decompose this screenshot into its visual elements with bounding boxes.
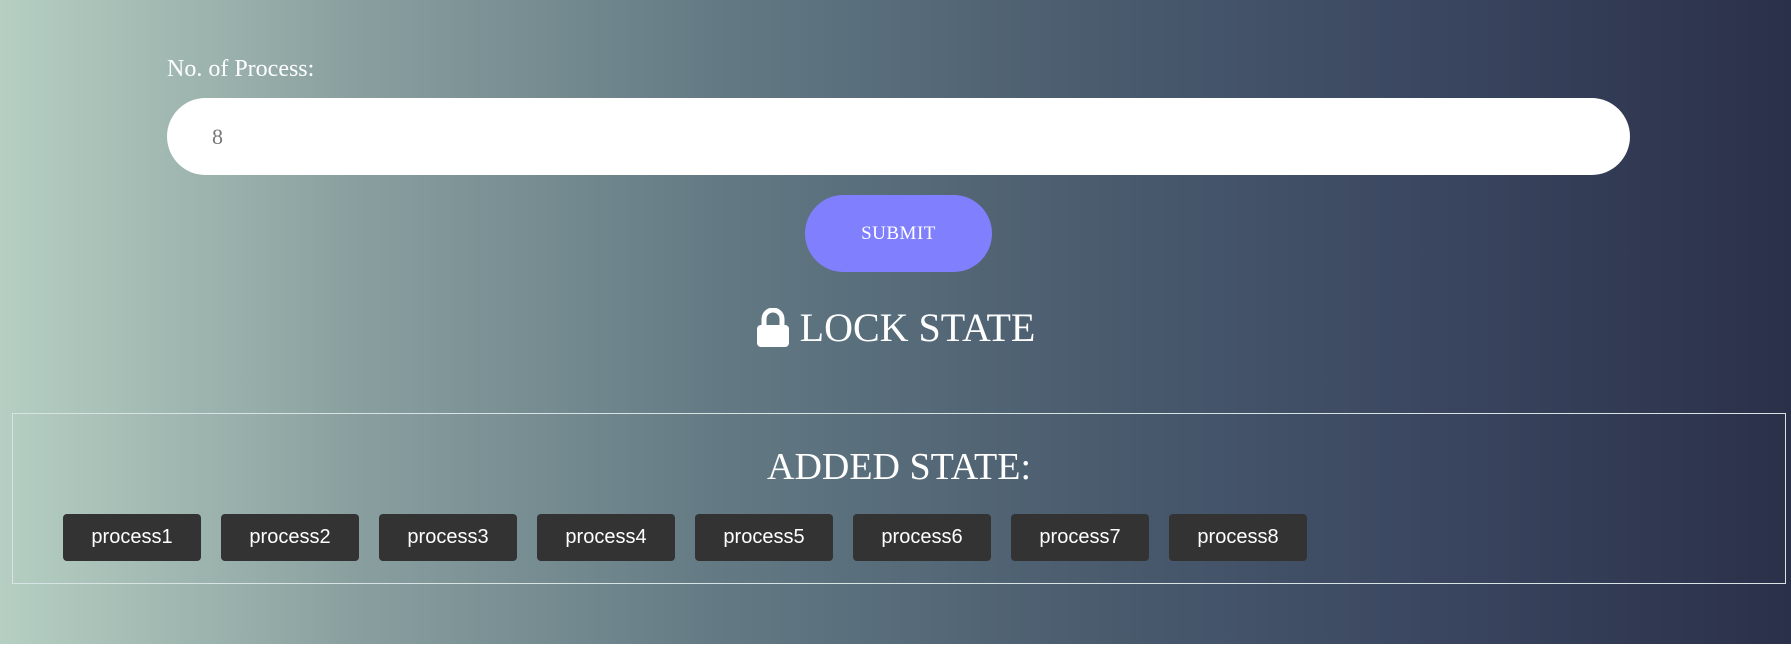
process-list: process1 process2 process3 process4 proc… [63,514,1307,561]
lock-state-title: LOCK STATE [799,305,1036,350]
lock-state-heading: LOCK STATE [0,300,1791,356]
process-button[interactable]: process7 [1011,514,1149,561]
process-button[interactable]: process5 [695,514,833,561]
process-button[interactable]: process2 [221,514,359,561]
process-button[interactable]: process4 [537,514,675,561]
process-button[interactable]: process6 [853,514,991,561]
process-count-label: No. of Process: [167,56,315,82]
page: No. of Process: SUBMIT LOCK STATE ADDED … [0,0,1791,644]
process-button[interactable]: process8 [1169,514,1307,561]
process-button[interactable]: process1 [63,514,201,561]
submit-button[interactable]: SUBMIT [805,195,992,272]
lock-icon [756,307,790,348]
process-button[interactable]: process3 [379,514,517,561]
added-state-title: ADDED STATE: [767,446,1031,488]
process-count-input[interactable] [167,98,1630,175]
added-state-panel: ADDED STATE: process1 process2 process3 … [12,413,1786,584]
